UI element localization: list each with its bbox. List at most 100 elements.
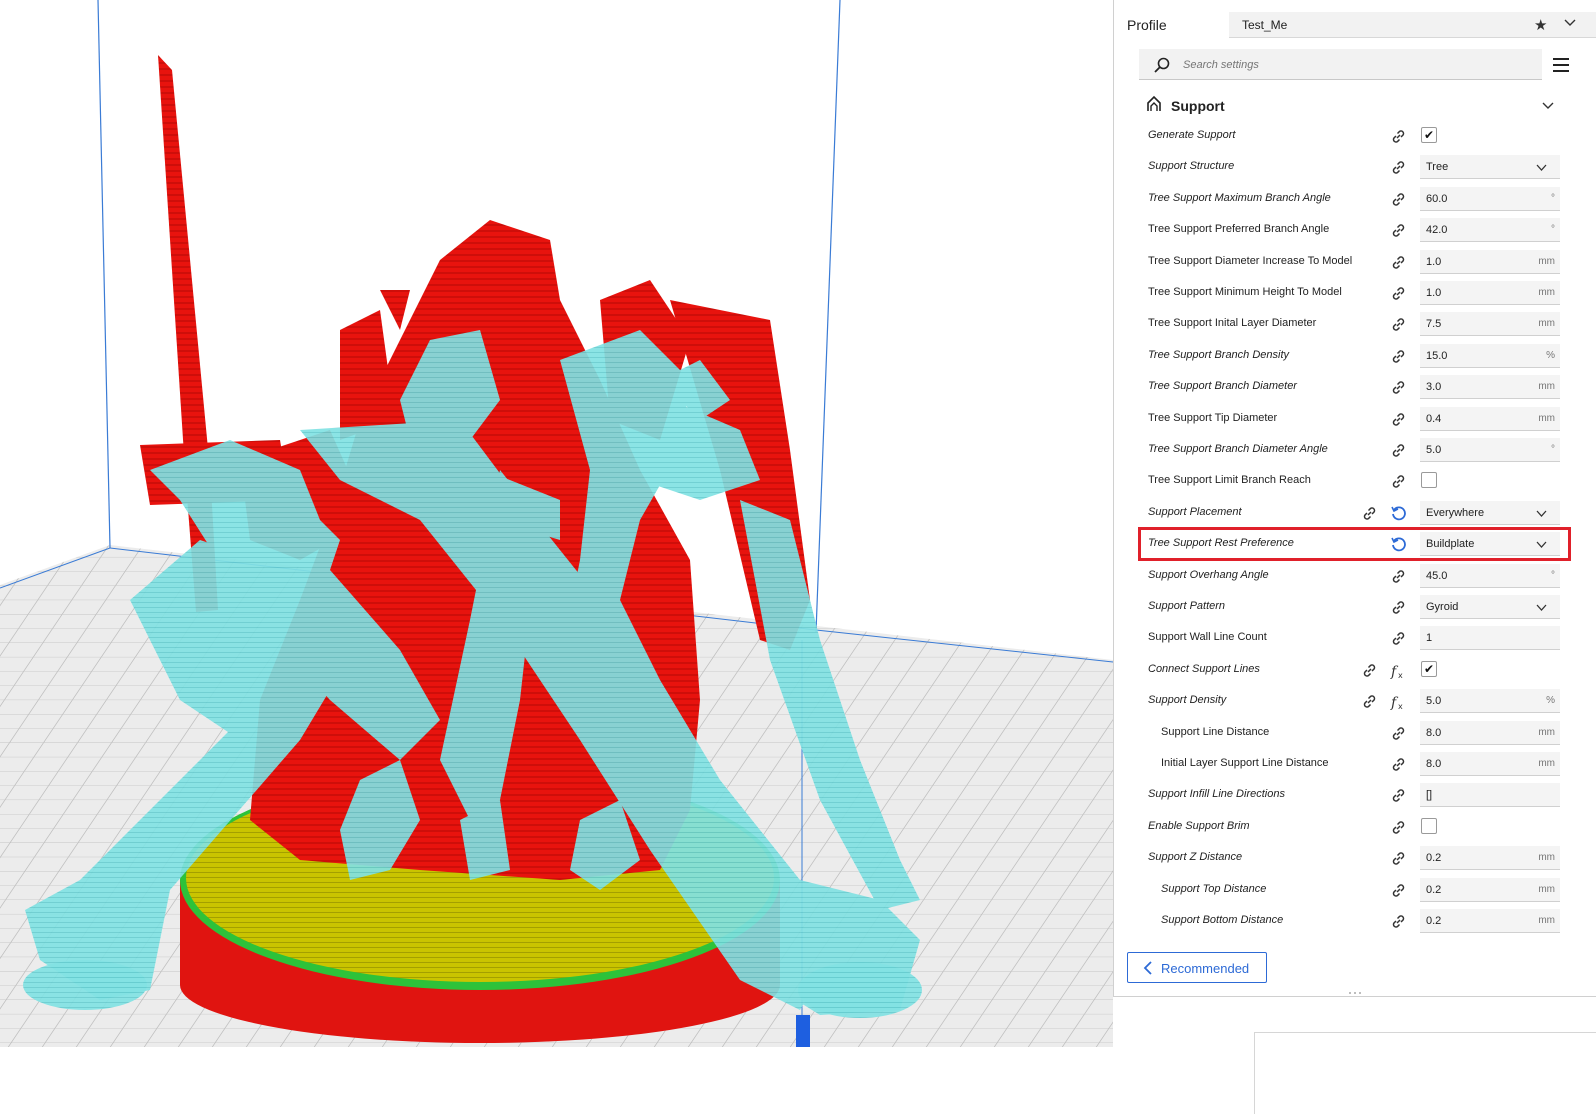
setting-row[interactable]: Tree Support Minimum Height To Model 1.0 m…: [1114, 277, 1596, 308]
link-icon[interactable]: [1390, 348, 1407, 365]
link-icon[interactable]: [1390, 285, 1407, 302]
setting-input[interactable]: 0.2 mm: [1420, 846, 1560, 871]
star-icon[interactable]: ★: [1534, 16, 1547, 34]
profile-select[interactable]: Test_Me ★: [1229, 12, 1596, 38]
link-icon[interactable]: [1390, 725, 1407, 742]
link-icon[interactable]: [1390, 379, 1407, 396]
link-icon[interactable]: [1390, 913, 1407, 930]
setting-dropdown[interactable]: Everywhere: [1420, 500, 1560, 525]
profile-row: Profile Test_Me ★: [1114, 0, 1596, 48]
link-icon[interactable]: [1390, 882, 1407, 899]
setting-unit: °: [1551, 444, 1555, 455]
setting-row[interactable]: Tree Support Branch Density 15.0%: [1114, 340, 1596, 371]
search-input[interactable]: [1183, 56, 1523, 74]
setting-input[interactable]: 3.0 mm: [1420, 375, 1560, 400]
setting-input[interactable]: 1.0 mm: [1420, 249, 1560, 274]
setting-row[interactable]: Tree Support Tip Diameter 0.4 mm: [1114, 403, 1596, 434]
setting-row[interactable]: Support Structure Tree: [1114, 151, 1596, 182]
setting-row[interactable]: Connect Support Lines f x ✔: [1114, 654, 1596, 685]
setting-checkbox[interactable]: [1421, 817, 1437, 834]
fx-icon[interactable]: fx: [1390, 693, 1407, 711]
setting-input[interactable]: 15.0%: [1420, 343, 1560, 368]
setting-label: Tree Support Diameter Increase To Model: [1148, 254, 1353, 267]
fx-icon[interactable]: fx: [1390, 662, 1407, 680]
chevron-down-icon: [1536, 510, 1547, 517]
setting-row[interactable]: Tree Support Diameter Increase To Model 1…: [1114, 246, 1596, 277]
link-icon[interactable]: [1390, 568, 1407, 585]
link-icon[interactable]: [1390, 473, 1407, 490]
setting-row[interactable]: Support Infill Line Directions []: [1114, 779, 1596, 810]
setting-row[interactable]: Tree Support Maximum Branch Angle 60.0 °: [1114, 183, 1596, 214]
resize-grip-icon[interactable]: [1347, 990, 1363, 996]
setting-input[interactable]: 60.0 °: [1420, 186, 1560, 211]
checkmark-icon: ✔: [1424, 128, 1435, 142]
link-icon[interactable]: [1390, 222, 1407, 239]
setting-row[interactable]: Tree Support Branch Diameter Angle 5.0 °: [1114, 434, 1596, 465]
setting-checkbox[interactable]: [1421, 472, 1437, 489]
search-box[interactable]: [1139, 49, 1542, 80]
link-icon[interactable]: [1361, 505, 1378, 522]
link-icon[interactable]: [1390, 254, 1407, 271]
link-icon[interactable]: [1390, 316, 1407, 333]
setting-input[interactable]: 0.4 mm: [1420, 406, 1560, 431]
link-icon[interactable]: [1390, 756, 1407, 773]
link-icon[interactable]: [1390, 159, 1407, 176]
setting-dropdown[interactable]: Tree: [1420, 155, 1560, 180]
setting-dropdown[interactable]: Gyroid: [1420, 595, 1560, 619]
link-icon[interactable]: [1390, 819, 1407, 836]
setting-row[interactable]: Initial Layer Support Line Distance 8.0 mm: [1114, 748, 1596, 779]
viewport-3d[interactable]: [0, 0, 1113, 1047]
print-settings-panel: Profile Test_Me ★ Support Generate Suppo…: [1113, 0, 1596, 997]
link-icon[interactable]: [1390, 411, 1407, 428]
setting-input[interactable]: 7.5 mm: [1420, 312, 1560, 337]
recommended-button[interactable]: Recommended: [1127, 952, 1267, 983]
setting-row[interactable]: Support Bottom Distance 0.2 mm: [1114, 905, 1596, 936]
setting-input[interactable]: 8.0 mm: [1420, 720, 1560, 745]
setting-input[interactable]: 1.0 mm: [1420, 281, 1560, 305]
checkmark-icon: ✔: [1424, 661, 1435, 676]
setting-row[interactable]: Generate Support ✔: [1114, 120, 1596, 151]
setting-input[interactable]: 0.2 mm: [1420, 909, 1560, 933]
link-icon[interactable]: [1390, 787, 1407, 804]
setting-row[interactable]: Support Density f x 5.0%: [1114, 685, 1596, 716]
link-icon[interactable]: [1390, 191, 1407, 208]
setting-value: 0.2: [1426, 883, 1442, 896]
setting-row[interactable]: Support Z Distance 0.2 mm: [1114, 842, 1596, 873]
setting-row[interactable]: Support Wall Line Count 1: [1114, 622, 1596, 653]
setting-checkbox[interactable]: ✔: [1421, 660, 1437, 677]
setting-row[interactable]: Tree Support Inital Layer Diameter 7.5 mm: [1114, 308, 1596, 339]
setting-input[interactable]: 5.0%: [1420, 689, 1560, 714]
setting-row[interactable]: Support Pattern Gyroid: [1114, 591, 1596, 622]
link-icon[interactable]: [1390, 442, 1407, 459]
link-icon[interactable]: [1390, 599, 1407, 616]
link-icon[interactable]: [1390, 850, 1407, 867]
setting-row[interactable]: Support Placement Everywhere: [1114, 497, 1596, 528]
setting-input[interactable]: []: [1420, 783, 1560, 808]
setting-input[interactable]: 0.2 mm: [1420, 877, 1560, 902]
link-icon[interactable]: [1361, 693, 1378, 710]
setting-row[interactable]: Support Line Distance 8.0 mm: [1114, 717, 1596, 748]
link-icon[interactable]: [1390, 128, 1407, 145]
chevron-down-icon[interactable]: [1542, 99, 1554, 111]
setting-row[interactable]: Tree Support Preferred Branch Angle 42.0 °: [1114, 214, 1596, 245]
setting-input[interactable]: 5.0 °: [1420, 438, 1560, 462]
setting-label: Tree Support Inital Layer Diameter: [1148, 317, 1317, 330]
link-icon[interactable]: [1361, 662, 1378, 679]
setting-input[interactable]: 8.0 mm: [1420, 752, 1560, 776]
setting-label: Tree Support Branch Diameter Angle: [1148, 443, 1328, 455]
section-header-support[interactable]: Support: [1114, 90, 1596, 120]
link-icon[interactable]: [1390, 630, 1407, 647]
setting-label: Tree Support Limit Branch Reach: [1148, 474, 1311, 487]
setting-row[interactable]: Tree Support Branch Diameter 3.0 mm: [1114, 371, 1596, 402]
menu-icon[interactable]: [1551, 56, 1571, 74]
setting-row[interactable]: Support Overhang Angle 45.0 °: [1114, 560, 1596, 591]
setting-input[interactable]: 42.0 °: [1420, 218, 1560, 243]
setting-input[interactable]: 45.0 °: [1420, 563, 1560, 588]
setting-row[interactable]: Enable Support Brim: [1114, 811, 1596, 842]
setting-row[interactable]: Support Top Distance 0.2 mm: [1114, 874, 1596, 905]
setting-input[interactable]: 1: [1420, 626, 1560, 651]
setting-row[interactable]: Tree Support Limit Branch Reach: [1114, 465, 1596, 496]
setting-checkbox[interactable]: ✔: [1421, 127, 1437, 143]
setting-unit: mm: [1538, 852, 1555, 864]
reset-icon[interactable]: [1390, 505, 1407, 522]
